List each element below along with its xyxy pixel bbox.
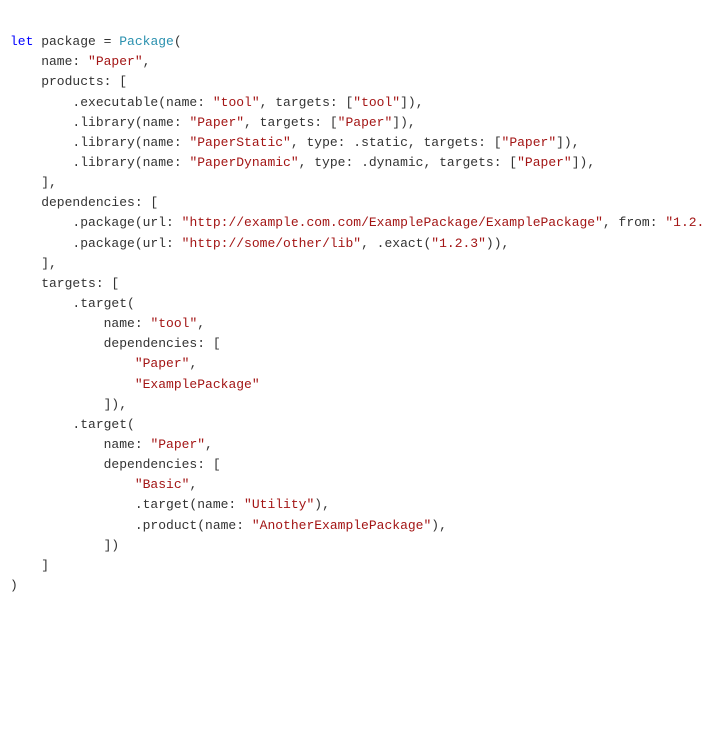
code-token: "Paper" (88, 54, 143, 69)
code-token: .target( (10, 296, 135, 311)
code-token: ), (314, 497, 330, 512)
code-token: "Utility" (244, 497, 314, 512)
code-token: .target(name: (10, 497, 244, 512)
code-token: ]) (10, 538, 119, 553)
code-token: dependencies: [ (10, 336, 221, 351)
code-token: , (189, 477, 197, 492)
code-token: .library(name: (10, 155, 189, 170)
code-token: ( (174, 34, 182, 49)
code-token: .package(url: (10, 215, 182, 230)
code-token: Package (119, 34, 174, 49)
code-token: "Paper" (189, 115, 244, 130)
code-token: package (33, 34, 103, 49)
code-token: name: (10, 316, 150, 331)
code-token: name: (10, 54, 88, 69)
code-token: let (10, 34, 33, 49)
code-token: , .exact( (361, 236, 431, 251)
code-token: "http://some/other/lib" (182, 236, 361, 251)
code-token: .product(name: (10, 518, 252, 533)
code-token: "Paper" (135, 356, 190, 371)
code-block: let package = Package( name: "Paper", pr… (10, 32, 703, 596)
code-token: dependencies: [ (10, 195, 158, 210)
code-token: )), (486, 236, 509, 251)
code-token: .library(name: (10, 115, 189, 130)
code-token: "ExamplePackage" (135, 377, 260, 392)
code-token: "PaperDynamic" (189, 155, 298, 170)
code-token: "PaperStatic" (189, 135, 290, 150)
code-token: , (197, 316, 205, 331)
code-token: ], (10, 175, 57, 190)
code-token: "tool" (353, 95, 400, 110)
code-token: ] (10, 558, 49, 573)
code-token: , (143, 54, 151, 69)
code-token: , (205, 437, 213, 452)
code-token: "Paper" (502, 135, 557, 150)
code-token: , targets: [ (408, 135, 502, 150)
code-token: static (361, 135, 408, 150)
code-token: ]), (10, 397, 127, 412)
code-token: ), (431, 518, 447, 533)
code-token: "Paper" (150, 437, 205, 452)
code-token (10, 377, 135, 392)
code-token: "Basic" (135, 477, 190, 492)
code-token: ]), (556, 135, 579, 150)
code-token: dependencies: [ (10, 457, 221, 472)
code-token: ], (10, 256, 57, 271)
code-token: , type: . (291, 135, 361, 150)
code-token: .executable(name: (10, 95, 213, 110)
code-token: , targets: [ (244, 115, 338, 130)
code-token: "Paper" (517, 155, 572, 170)
code-token: , from: (603, 215, 665, 230)
code-token (10, 477, 135, 492)
code-token: products: [ (10, 74, 127, 89)
code-token: ]), (572, 155, 595, 170)
code-token: = (104, 34, 120, 49)
code-token: .package(url: (10, 236, 182, 251)
code-token (10, 356, 135, 371)
code-token: ) (10, 578, 18, 593)
code-token: , type: . (299, 155, 369, 170)
code-token: dynamic (369, 155, 424, 170)
code-token: "http://example.com.com/ExamplePackage/E… (182, 215, 603, 230)
code-token: , (189, 356, 197, 371)
code-token: "tool" (150, 316, 197, 331)
code-token: , targets: [ (260, 95, 354, 110)
code-token: "tool" (213, 95, 260, 110)
code-token: "AnotherExamplePackage" (252, 518, 431, 533)
code-token: targets: [ (10, 276, 119, 291)
code-token: name: (10, 437, 150, 452)
code-token: .target( (10, 417, 135, 432)
code-token: ]), (392, 115, 415, 130)
code-token: "1.2.3" (431, 236, 486, 251)
code-token: , targets: [ (423, 155, 517, 170)
code-token: "1.2. (665, 215, 703, 230)
code-token: ]), (400, 95, 423, 110)
code-token: .library(name: (10, 135, 189, 150)
code-token: "Paper" (338, 115, 393, 130)
